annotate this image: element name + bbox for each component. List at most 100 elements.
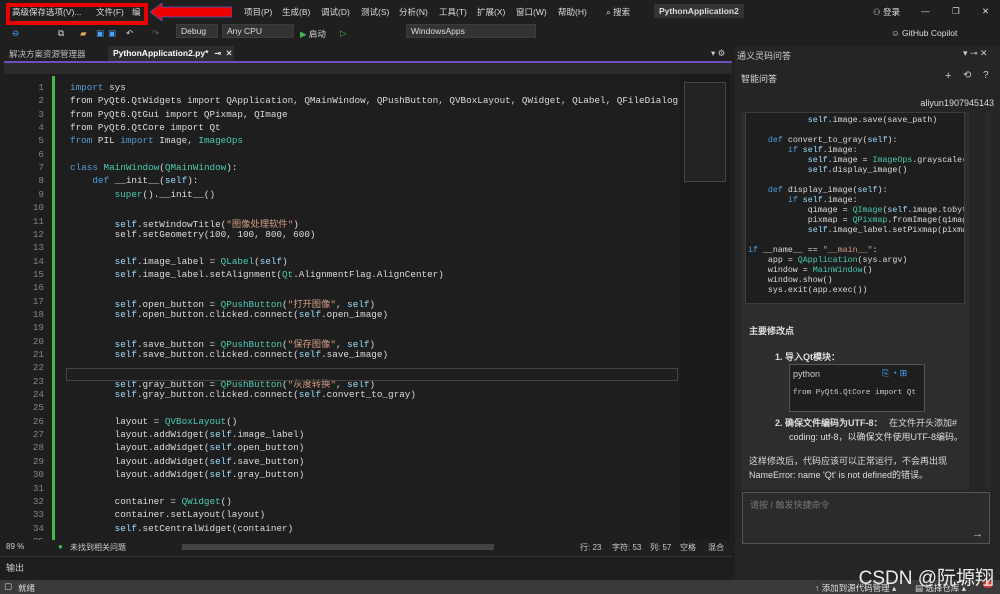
- menu-project[interactable]: 项目(P): [244, 6, 272, 18]
- redo-icon[interactable]: ↷: [152, 28, 159, 39]
- output-title[interactable]: 输出: [6, 561, 24, 574]
- answer-code-line: window = MainWindow(): [748, 266, 873, 275]
- new-project-icon[interactable]: ⧉: [58, 28, 64, 39]
- code-line[interactable]: layout.addWidget(self.gray_button): [70, 469, 305, 480]
- platform-select[interactable]: Any CPU: [222, 24, 294, 38]
- code-line[interactable]: self.setCentralWidget(container): [70, 523, 294, 534]
- menu-help[interactable]: 帮助(H): [558, 6, 587, 18]
- restore-button[interactable]: ❐: [952, 6, 960, 17]
- save-icon[interactable]: ▣: [96, 28, 104, 39]
- line-number: 19: [32, 322, 44, 334]
- line-number: 24: [32, 389, 44, 401]
- code-line[interactable]: container = QWidget(): [70, 496, 232, 507]
- line-number: 29: [32, 455, 44, 467]
- answer-code-line: def convert_to_gray(self):: [767, 136, 898, 145]
- line-number: 8: [38, 175, 44, 187]
- code-line[interactable]: layout.addWidget(self.save_button): [70, 456, 305, 467]
- snippet-actions[interactable]: ⎘ ◔ ⊞: [882, 368, 907, 379]
- line-number: 13: [32, 242, 44, 254]
- indent-mode[interactable]: 空格: [680, 542, 696, 553]
- minimap-scrollbar[interactable]: [680, 74, 730, 540]
- history-icon[interactable]: ⟲: [963, 70, 971, 81]
- red-arrow-annotation: [150, 3, 232, 21]
- pin-icon[interactable]: ⊸: [214, 48, 221, 58]
- code-editor[interactable]: 1 import sys 2 from PyQt6.QtWidgets import …: [4, 74, 680, 540]
- back-icon[interactable]: ⊖: [12, 28, 19, 39]
- target-select[interactable]: WindowsApps: [406, 24, 536, 38]
- code-line[interactable]: self.gray_button = QPushButton("灰度转换", s…: [70, 376, 375, 390]
- chat-input[interactable]: 请按 / 触发快捷命令 →: [742, 492, 990, 544]
- menu-test[interactable]: 测试(S): [361, 6, 389, 18]
- code-line[interactable]: import sys: [70, 82, 126, 93]
- code-line[interactable]: class MainWindow(QMainWindow):: [70, 162, 237, 173]
- chat-scrollbar[interactable]: [985, 112, 991, 490]
- settings-icon[interactable]: ▾ ⚙: [706, 46, 730, 61]
- code-line[interactable]: self.save_button = QPushButton("保存图像", s…: [70, 336, 375, 350]
- new-chat-icon[interactable]: +: [945, 70, 951, 82]
- copy-icon[interactable]: ◔: [892, 368, 897, 378]
- code-line[interactable]: def __init__(self):: [70, 175, 198, 186]
- code-line[interactable]: self.open_button.clicked.connect(self.op…: [70, 309, 388, 320]
- menu-tools[interactable]: 工具(T): [439, 6, 467, 18]
- code-line[interactable]: self.image_label.setAlignment(Qt.Alignme…: [70, 269, 444, 280]
- login-button[interactable]: ⚇ 登录: [873, 6, 900, 18]
- close-tab-icon[interactable]: ✕: [226, 48, 233, 58]
- horizontal-scrollbar[interactable]: [182, 544, 494, 550]
- panel-controls[interactable]: ▾ ⊸ ✕: [963, 48, 988, 59]
- code-line[interactable]: container.setLayout(layout): [70, 509, 266, 520]
- code-line[interactable]: from PyQt6.QtCore import Qt: [70, 122, 221, 133]
- line-number: 行: 23: [580, 543, 602, 552]
- code-line[interactable]: self.image_label = QLabel(self): [70, 256, 288, 267]
- code-line[interactable]: layout = QVBoxLayout(): [70, 416, 238, 427]
- close-button[interactable]: ✕: [982, 6, 989, 17]
- line-number: 10: [32, 202, 44, 214]
- code-line[interactable]: self.setWindowTitle("图像处理软件"): [70, 216, 299, 230]
- menu-build[interactable]: 生成(B): [282, 6, 310, 18]
- line-number: 17: [32, 295, 44, 307]
- menu-window[interactable]: 窗口(W): [516, 6, 547, 18]
- line-number: 22: [32, 362, 44, 374]
- line-number: 5: [38, 135, 44, 147]
- answer-item-2-text: 在文件开头添加#: [889, 418, 958, 428]
- start-button[interactable]: ▶ 启动: [300, 28, 326, 40]
- config-select[interactable]: Debug: [176, 24, 218, 38]
- run-without-debug-icon[interactable]: ▷: [340, 28, 347, 39]
- open-folder-icon[interactable]: ▰: [80, 28, 87, 39]
- menu-extensions[interactable]: 扩展(X): [477, 6, 505, 18]
- tab-solution-explorer[interactable]: 解决方案资源管理器: [4, 46, 91, 61]
- insert-icon[interactable]: ⎘: [882, 368, 889, 378]
- line-number: 1: [38, 82, 44, 93]
- send-icon[interactable]: →: [972, 528, 983, 540]
- navigation-bar[interactable]: [4, 61, 732, 74]
- code-line[interactable]: self.save_button.clicked.connect(self.sa…: [70, 349, 388, 360]
- code-line[interactable]: from PyQt6.QtGui import QPixmap, QImage: [70, 109, 288, 120]
- code-line[interactable]: from PIL import Image, ImageOps: [70, 135, 243, 146]
- editor-status-bar: 89 % ● 未找到相关问题 行: 23 字符: 53 列: 57 空格 混合: [0, 540, 732, 554]
- help-icon[interactable]: ?: [983, 70, 989, 81]
- issues-status[interactable]: 未找到相关问题: [70, 542, 126, 553]
- code-line[interactable]: self.open_button = QPushButton("打开图像", s…: [70, 296, 375, 310]
- minimize-button[interactable]: —: [921, 6, 930, 16]
- line-number: 2: [38, 95, 44, 107]
- undo-icon[interactable]: ↶: [126, 28, 133, 39]
- save-all-icon[interactable]: ▣: [108, 28, 116, 39]
- code-line[interactable]: layout.addWidget(self.image_label): [70, 429, 305, 440]
- zoom-level[interactable]: 89 %: [6, 542, 24, 551]
- menu-analyze[interactable]: 分析(N): [399, 6, 428, 18]
- copilot-button[interactable]: ☺ GitHub Copilot: [891, 28, 957, 38]
- new-file-icon[interactable]: ⊞: [900, 368, 908, 378]
- change-indicator: [52, 76, 55, 540]
- tab-python-file[interactable]: PythonApplication2.py* ⊸ ✕: [108, 46, 234, 61]
- search-button[interactable]: ⌕ 搜索: [606, 6, 630, 18]
- code-line[interactable]: from PyQt6.QtWidgets import QApplication…: [70, 95, 678, 106]
- line-number: 14: [32, 255, 44, 267]
- code-line[interactable]: self.setGeometry(100, 100, 800, 600): [70, 229, 316, 240]
- code-line[interactable]: layout.addWidget(self.open_button): [70, 442, 305, 453]
- line-number: 27: [32, 429, 44, 441]
- highlight-box: [6, 3, 148, 25]
- line-ending[interactable]: 混合: [708, 542, 724, 553]
- code-line[interactable]: super().__init__(): [70, 189, 215, 200]
- code-line[interactable]: self.gray_button.clicked.connect(self.co…: [70, 389, 416, 400]
- menu-debug[interactable]: 调试(D): [321, 6, 350, 18]
- line-number: 9: [38, 188, 44, 200]
